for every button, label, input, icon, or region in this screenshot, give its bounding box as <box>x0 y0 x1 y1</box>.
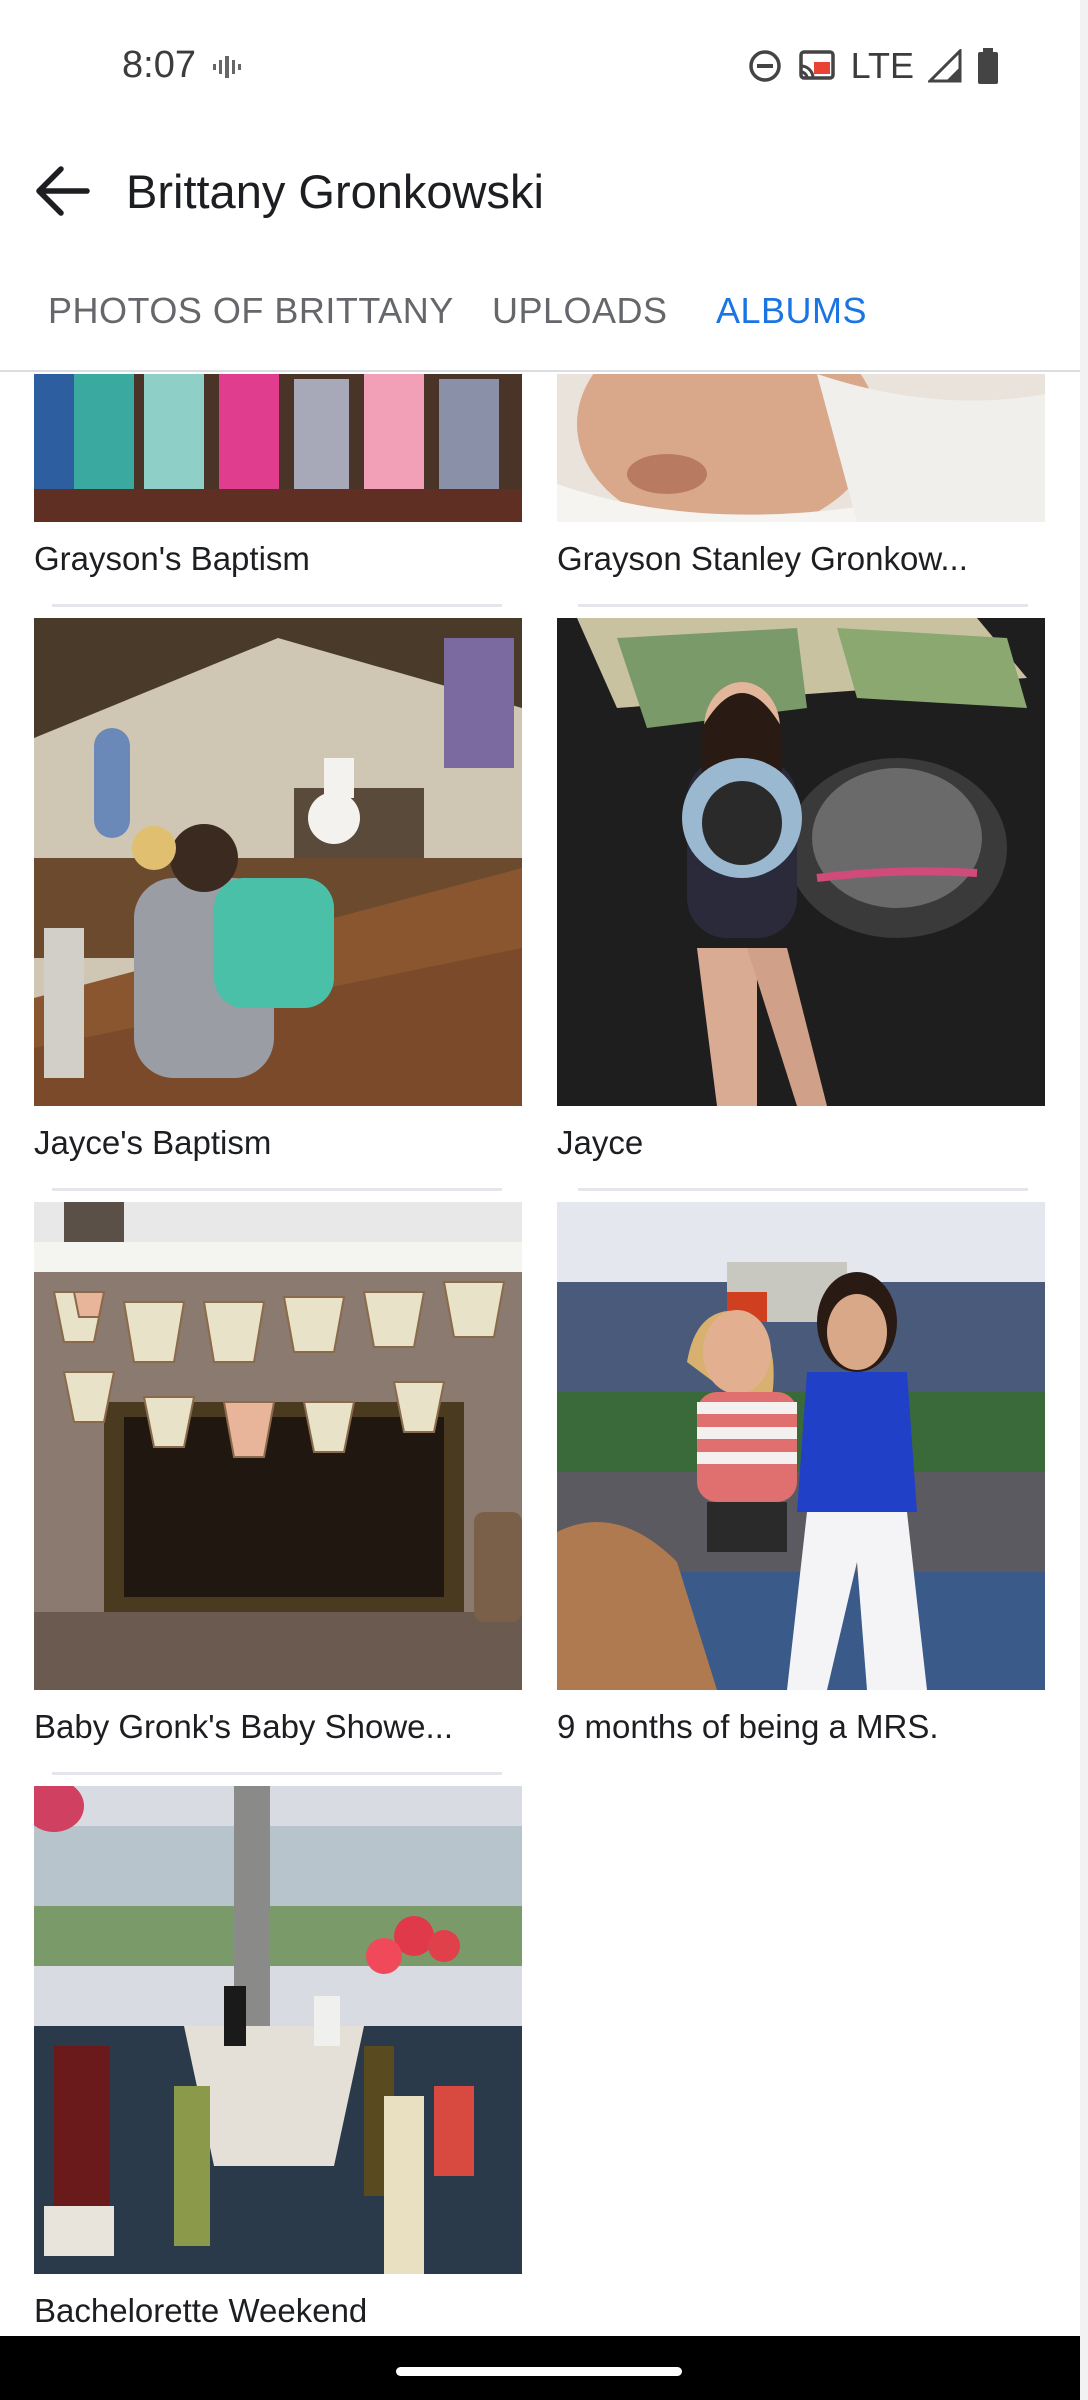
status-time: 8:07 <box>122 44 196 86</box>
album-title[interactable]: Jayce's Baptism <box>34 1124 271 1162</box>
divider <box>578 1188 1028 1191</box>
album-title[interactable]: Jayce <box>557 1124 643 1162</box>
album-thumbnail[interactable] <box>34 374 522 522</box>
album-title[interactable]: Grayson Stanley Gronkow... <box>557 540 968 578</box>
right-edge <box>1080 0 1088 2400</box>
home-indicator[interactable] <box>396 2367 682 2376</box>
album-tile[interactable]: Grayson Stanley Gronkow... <box>557 374 1045 577</box>
album-thumbnail[interactable] <box>34 618 522 1106</box>
album-thumbnail[interactable] <box>34 1786 522 2274</box>
page-title: Brittany Gronkowski <box>126 165 544 218</box>
album-grid: Grayson's Baptism Grayson Stanley Gronko… <box>0 374 1080 2336</box>
app-bar: Brittany Gronkowski <box>0 134 1080 246</box>
album-thumbnail[interactable] <box>557 374 1045 522</box>
album-tile[interactable]: Jayce <box>557 618 1045 1161</box>
album-title[interactable]: Grayson's Baptism <box>34 540 310 578</box>
divider <box>52 604 502 607</box>
tab-photos-of-brittany[interactable]: PHOTOS OF BRITTANY <box>48 290 454 332</box>
tab-albums[interactable]: ALBUMS <box>716 290 867 332</box>
vibrate-icon <box>213 56 241 78</box>
album-title[interactable]: Bachelorette Weekend <box>34 2292 367 2330</box>
battery-icon <box>978 48 998 84</box>
navigation-bar <box>0 2336 1080 2400</box>
signal-icon <box>928 49 962 83</box>
tab-uploads[interactable]: UPLOADS <box>492 290 668 332</box>
album-thumbnail[interactable] <box>557 1202 1045 1690</box>
tab-bar: PHOTOS OF BRITTANY UPLOADS ALBUMS <box>0 270 1080 372</box>
album-thumbnail[interactable] <box>557 618 1045 1106</box>
arrow-left-icon <box>36 166 90 216</box>
divider <box>52 1772 502 1775</box>
screen: 8:07 LTE Brittany Gronkowski PHOTOS OF B… <box>0 0 1080 2400</box>
back-button[interactable] <box>30 158 96 224</box>
album-tile[interactable]: Grayson's Baptism <box>34 374 522 577</box>
album-tile[interactable]: Baby Gronk's Baby Showe... <box>34 1202 522 1745</box>
divider <box>52 1188 502 1191</box>
cast-icon <box>798 50 835 80</box>
network-type: LTE <box>850 45 914 86</box>
divider <box>578 604 1028 607</box>
album-title[interactable]: 9 months of being a MRS. <box>557 1708 939 1746</box>
status-bar: 8:07 LTE <box>0 0 1080 134</box>
album-tile[interactable]: 9 months of being a MRS. <box>557 1202 1045 1745</box>
album-thumbnail[interactable] <box>34 1202 522 1690</box>
status-icons: LTE <box>747 44 1000 88</box>
do-not-disturb-icon <box>748 50 781 82</box>
album-tile[interactable]: Bachelorette Weekend <box>34 1786 522 2329</box>
album-tile[interactable]: Jayce's Baptism <box>34 618 522 1161</box>
album-title[interactable]: Baby Gronk's Baby Showe... <box>34 1708 453 1746</box>
